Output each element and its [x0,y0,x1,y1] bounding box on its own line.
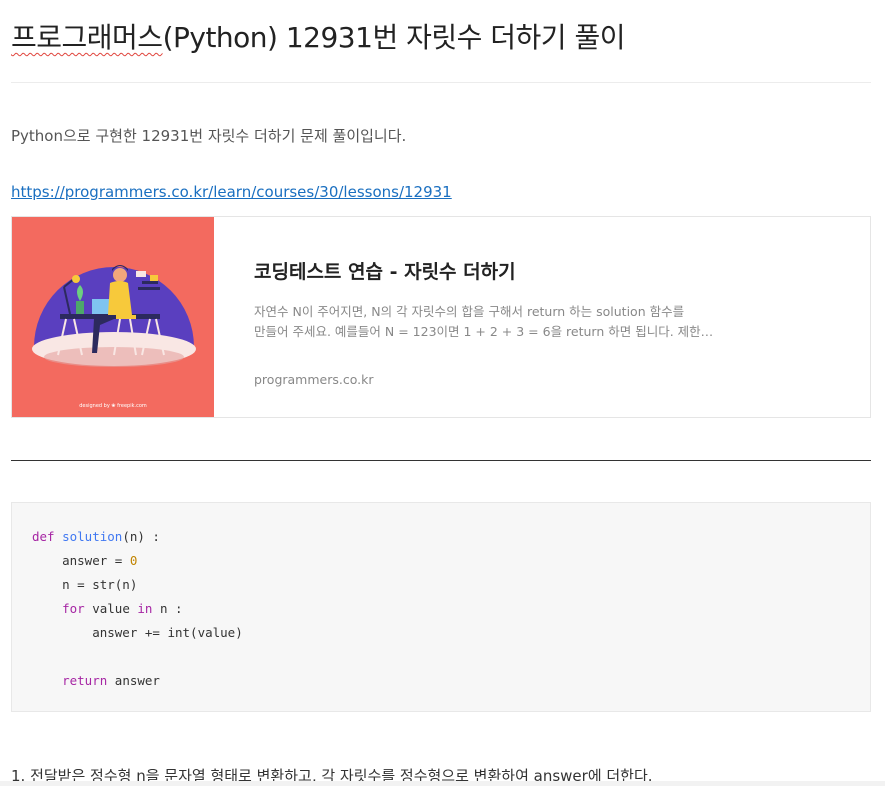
code-line-1: def solution(n) : [32,525,850,549]
code-keyword-in: in [137,601,153,616]
code-assign: answer = [32,553,130,568]
code-function-name: solution [62,529,123,544]
code-line-6-blank [32,645,850,669]
code-block: def solution(n) : answer = 0 n = str(n) … [11,502,871,712]
problem-link[interactable]: https://programmers.co.kr/learn/courses/… [11,183,452,201]
card-description: 자연수 N이 주어지면, N의 각 자릿수의 합을 구해서 return 하는 … [254,302,724,342]
programmer-illustration [32,265,196,367]
blog-post: 프로그래머스(Python) 12931번 자릿수 더하기 풀이 Python으… [0,0,885,786]
code-line-2: answer = 0 [32,549,850,573]
code-loop-end: n : [152,601,183,616]
code-line-4: for value in n : [32,597,850,621]
code-return-value: answer [107,673,160,688]
code-keyword-return: return [62,673,108,688]
code-line-5: answer += int(value) [32,625,243,640]
title-divider [11,82,871,83]
card-host: programmers.co.kr [254,372,374,387]
code-loop-var: value [84,601,138,616]
bottom-edge [0,781,885,786]
code-keyword-for: for [62,601,85,616]
card-title: 코딩테스트 연습 - 자릿수 더하기 [254,261,516,283]
post-title-rest: (Python) 12931번 자릿수 더하기 풀이 [162,21,626,54]
code-line-7: return answer [32,669,850,693]
thumb-credit: designed by ❀ freepik.com [79,403,147,409]
card-thumbnail: designed by ❀ freepik.com [12,217,214,417]
code-keyword-def: def [32,529,55,544]
section-divider [11,460,871,461]
post-title-prefix: 프로그래머스 [11,21,163,54]
card-body: 코딩테스트 연습 - 자릿수 더하기 자연수 N이 주어지면, N의 각 자릿수… [254,257,734,387]
code-line-3: n = str(n) [32,577,138,592]
card-description-line-1: 자연수 N이 주어지면, N의 각 자릿수의 합을 구해서 return 하는 … [254,304,685,319]
code-params: (n) : [122,529,160,544]
card-description-line-2: 만들어 주세요. 예를들어 N = 123이면 1 + 2 + 3 = 6을 r… [254,324,714,339]
post-title: 프로그래머스(Python) 12931번 자릿수 더하기 풀이 [11,16,625,56]
code-number-zero: 0 [129,553,138,568]
link-preview-card[interactable]: designed by ❀ freepik.com 코딩테스트 연습 - 자릿수… [11,216,871,418]
intro-paragraph: Python으로 구현한 12931번 자릿수 더하기 문제 풀이입니다. [11,127,407,145]
